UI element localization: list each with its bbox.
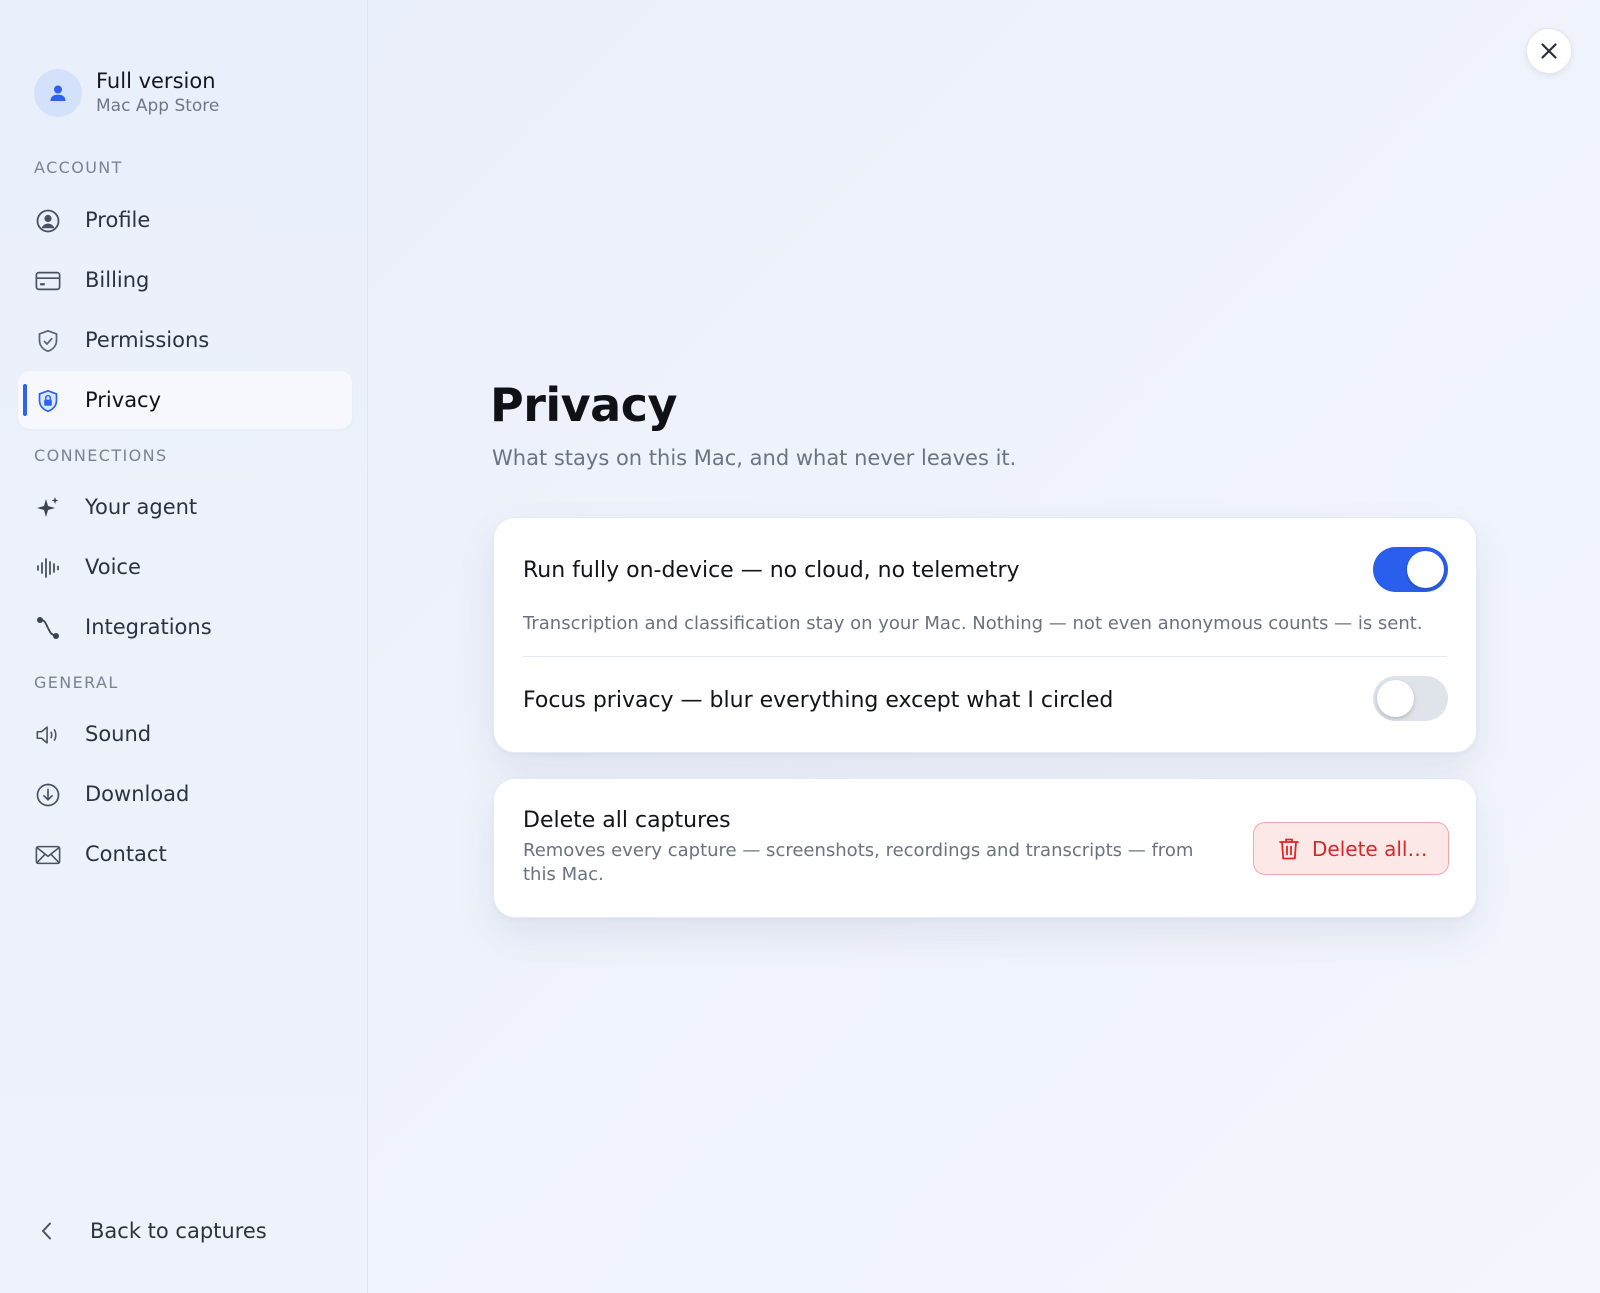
toggle-knob [1407, 551, 1444, 588]
account-title: Full version [96, 69, 216, 93]
delete-captures-title: Delete all captures [523, 808, 731, 833]
account-card[interactable]: Full version Mac App Store [34, 68, 219, 117]
sidebar-item-label: Privacy [85, 388, 162, 412]
delete-all-button[interactable]: Delete all… [1253, 822, 1449, 875]
waveform-icon [35, 555, 61, 581]
back-to-captures-link[interactable]: Back to captures [34, 1218, 267, 1244]
back-label: Back to captures [90, 1219, 267, 1243]
user-circle-icon [35, 208, 61, 234]
page-title: Privacy [490, 378, 677, 432]
focus-privacy-title: Focus privacy — blur everything except w… [523, 688, 1114, 713]
sidebar-item-label: Your agent [85, 495, 198, 519]
on-device-description: Transcription and classification stay on… [523, 613, 1423, 634]
sidebar-item-label: Permissions [85, 328, 210, 352]
sidebar-item-permissions[interactable]: Permissions [18, 311, 352, 369]
shield-lock-icon [35, 388, 61, 414]
sidebar-item-voice[interactable]: Voice [18, 538, 352, 596]
avatar [34, 68, 82, 117]
sidebar-item-label: Integrations [85, 615, 212, 639]
sidebar-item-label: Contact [85, 842, 167, 866]
delete-captures-description: Removes every capture — screenshots, rec… [523, 840, 1194, 885]
sidebar-item-label: Profile [85, 208, 151, 232]
privacy-settings-card: Run fully on-device — no cloud, no telem… [493, 517, 1477, 753]
sidebar-item-your-agent[interactable]: Your agent [18, 478, 352, 536]
section-label-account: ACCOUNT [34, 158, 123, 177]
trash-icon [1278, 837, 1300, 861]
delete-captures-card: Delete all captures Removes every captur… [493, 778, 1477, 918]
sidebar-item-label: Voice [85, 555, 141, 579]
sidebar-item-contact[interactable]: Contact [18, 825, 352, 883]
credit-card-icon [35, 268, 61, 294]
sidebar-item-label: Download [85, 782, 190, 806]
sidebar-item-label: Sound [85, 722, 152, 746]
close-icon [1541, 43, 1557, 59]
section-label-general: GENERAL [34, 673, 119, 692]
connection-icon [35, 615, 61, 641]
sidebar-item-sound[interactable]: Sound [18, 705, 352, 763]
sidebar-item-profile[interactable]: Profile [18, 191, 352, 249]
divider [523, 656, 1447, 657]
active-indicator [23, 384, 27, 416]
sidebar: Full version Mac App Store ACCOUNT Profi… [0, 0, 368, 1293]
sidebar-item-integrations[interactable]: Integrations [18, 598, 352, 656]
on-device-toggle[interactable] [1373, 547, 1448, 592]
account-subtitle: Mac App Store [96, 96, 220, 116]
speaker-icon [35, 722, 61, 748]
chevron-left-icon [34, 1218, 60, 1244]
delete-all-label: Delete all… [1312, 836, 1428, 861]
sidebar-item-download[interactable]: Download [18, 765, 352, 823]
sidebar-item-label: Billing [85, 268, 150, 292]
sparkle-icon [35, 495, 61, 521]
envelope-icon [35, 842, 61, 868]
person-icon [50, 85, 66, 101]
section-label-connections: CONNECTIONS [34, 446, 168, 465]
sidebar-item-privacy[interactable]: Privacy [18, 371, 352, 429]
close-button[interactable] [1526, 28, 1572, 74]
page-subtitle: What stays on this Mac, and what never l… [492, 446, 1017, 470]
focus-privacy-toggle[interactable] [1373, 676, 1448, 721]
download-icon [35, 782, 61, 808]
shield-check-icon [35, 328, 61, 354]
sidebar-item-billing[interactable]: Billing [18, 251, 352, 309]
on-device-title: Run fully on-device — no cloud, no telem… [523, 558, 1020, 583]
toggle-knob [1377, 680, 1414, 717]
